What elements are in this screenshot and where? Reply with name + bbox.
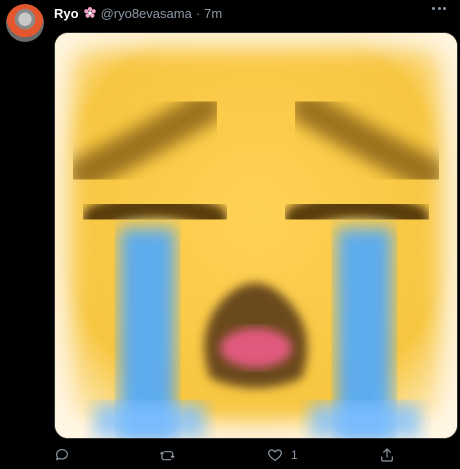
more-icon[interactable] xyxy=(432,7,446,11)
like-button[interactable]: 1 xyxy=(267,445,298,465)
tweet-media-image[interactable] xyxy=(54,32,458,439)
retweet-icon xyxy=(160,451,175,461)
reply-icon xyxy=(56,449,68,461)
tweet-actions: 1 xyxy=(54,445,456,465)
avatar[interactable] xyxy=(6,4,44,42)
share-icon xyxy=(381,448,393,462)
timestamp[interactable]: 7m xyxy=(204,6,222,21)
retweet-button[interactable] xyxy=(160,445,184,465)
crying-face-emoji xyxy=(55,33,457,438)
author-handle[interactable]: @ryo8evasama xyxy=(101,6,192,21)
like-count: 1 xyxy=(291,448,298,462)
header-separator: · xyxy=(195,5,201,21)
share-button[interactable] xyxy=(379,445,403,465)
tweet-header: Ryo @ryo8evasama · 7m xyxy=(54,4,222,22)
reply-button[interactable] xyxy=(54,445,78,465)
flower-icon xyxy=(83,6,97,20)
heart-icon xyxy=(268,449,282,461)
tweet[interactable]: Ryo @ryo8evasama · 7m 1 xyxy=(0,0,460,469)
author-name[interactable]: Ryo xyxy=(54,6,79,21)
